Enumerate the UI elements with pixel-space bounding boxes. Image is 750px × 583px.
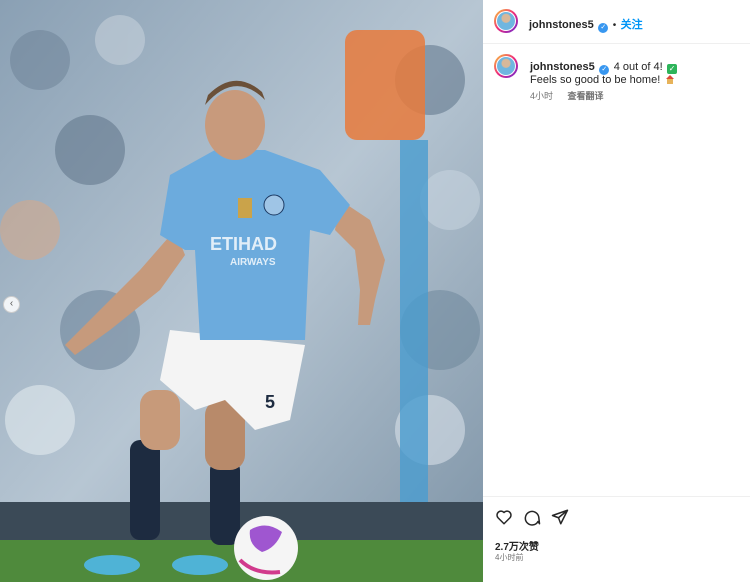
post-photo[interactable]: ETIHAD AIRWAYS 5 ‹	[0, 0, 483, 582]
post-time: 4小时前	[495, 553, 524, 562]
follow-button[interactable]: 关注	[621, 19, 643, 31]
post-side-panel: johnstones5 ✓ • 关注 johnstones5 ✓ 4 out o…	[483, 0, 750, 582]
heart-icon[interactable]	[495, 508, 513, 526]
header-separator: •	[612, 20, 617, 31]
like-count[interactable]: 2.7万次赞	[495, 538, 539, 553]
caption-line2: Feels so good to be home!	[530, 74, 661, 86]
jersey-sponsor: ETIHAD	[210, 234, 277, 254]
share-icon[interactable]	[551, 508, 569, 526]
header-username[interactable]: johnstones5	[529, 19, 594, 31]
jersey-sponsor-2: AIRWAYS	[230, 257, 276, 268]
caption-avatar[interactable]	[494, 54, 518, 78]
avatar[interactable]	[494, 9, 518, 33]
post-header: johnstones5 ✓ • 关注	[483, 0, 750, 44]
shirt-number: 5	[265, 392, 275, 412]
caption-time: 4小时	[530, 91, 554, 101]
verified-icon: ✓	[598, 23, 609, 33]
chevron-left-icon[interactable]: ‹	[3, 296, 20, 313]
photo-illustration: ETIHAD AIRWAYS 5	[0, 0, 483, 582]
comment-icon[interactable]	[523, 508, 541, 526]
see-translation-button[interactable]: 查看翻译	[567, 91, 603, 101]
house-emoji-icon	[665, 71, 675, 84]
